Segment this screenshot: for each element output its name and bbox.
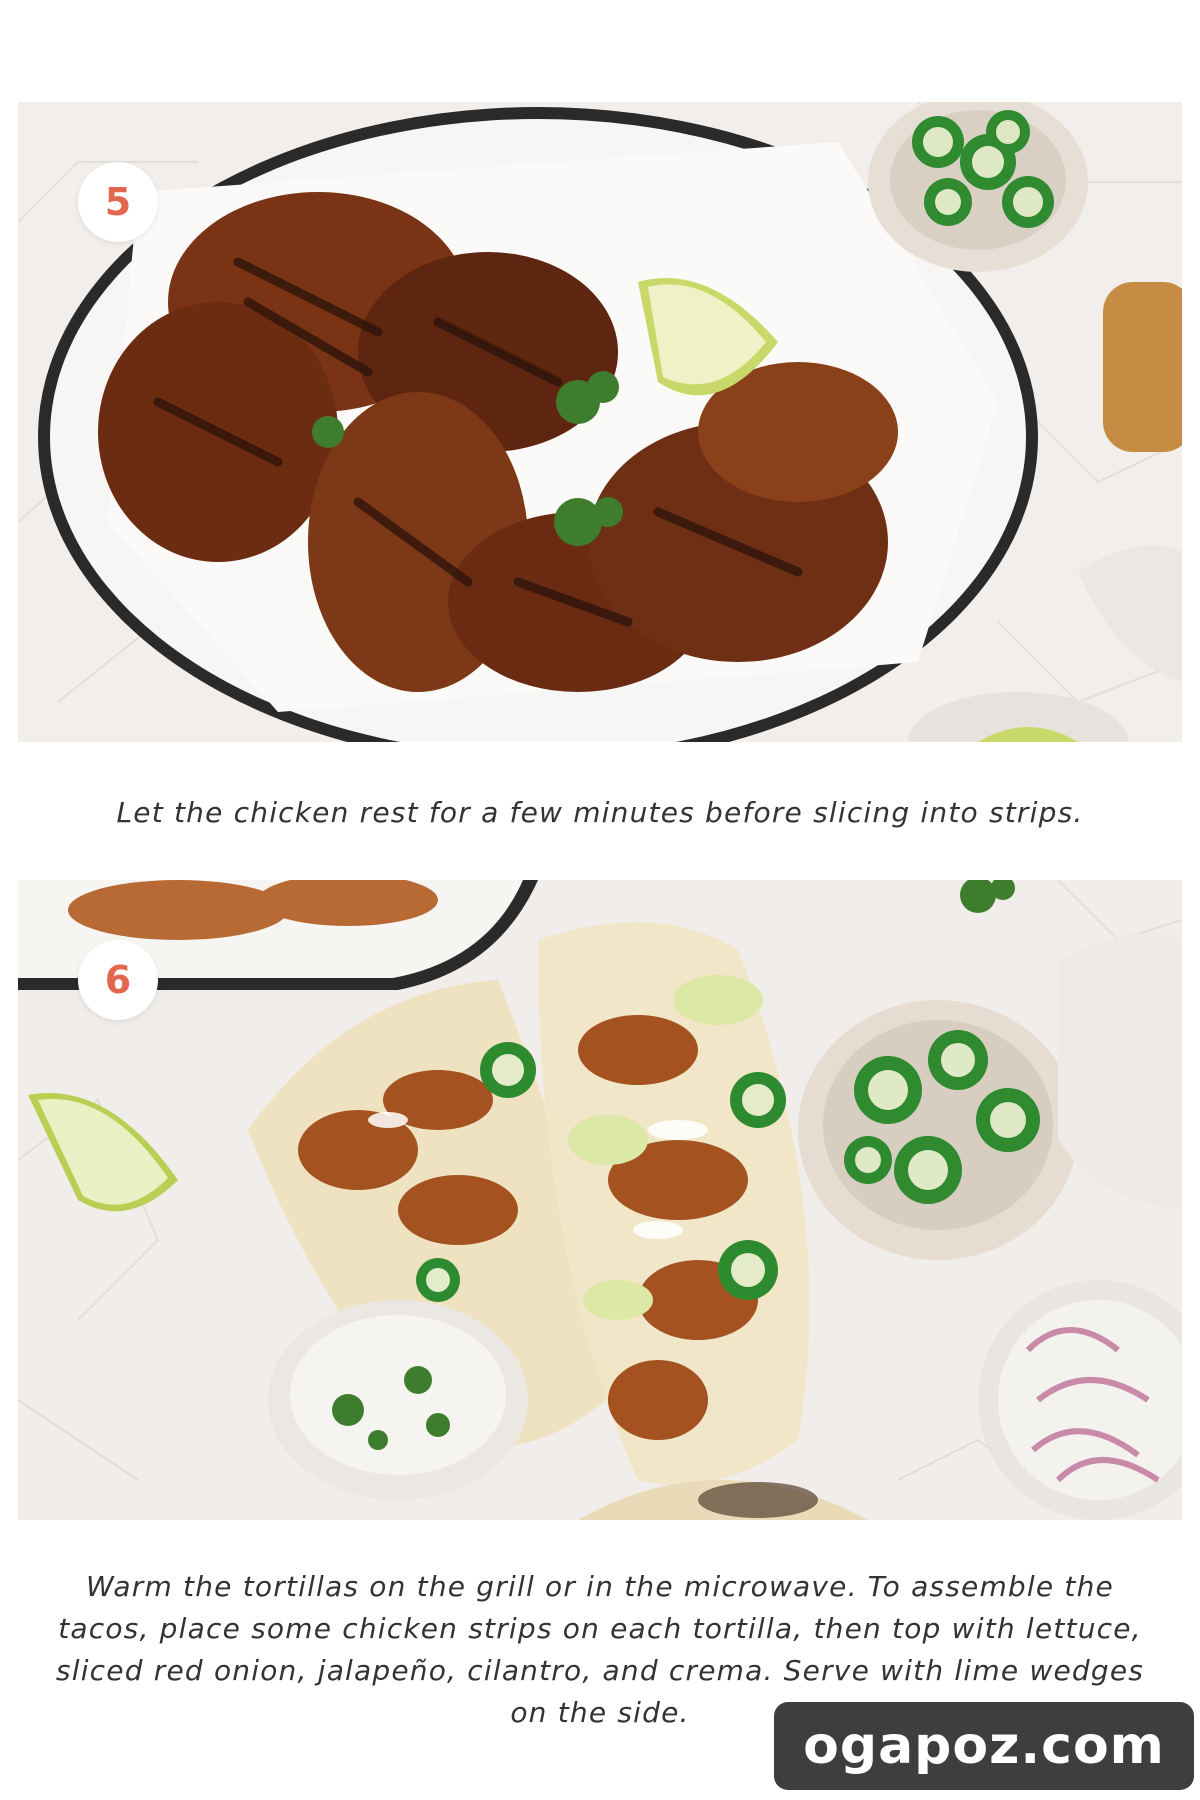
chicken-tacos-image — [18, 880, 1182, 1520]
grilled-chicken-platter-image — [18, 102, 1182, 742]
step-5-caption: Let the chicken rest for a few minutes b… — [116, 796, 1084, 829]
step-5-photo: 5 — [18, 102, 1182, 742]
site-watermark: ogapoz.com — [774, 1702, 1194, 1790]
step-6-photo: 6 — [18, 880, 1182, 1520]
step-6-badge: 6 — [78, 940, 158, 1020]
step-5-badge: 5 — [78, 162, 158, 242]
